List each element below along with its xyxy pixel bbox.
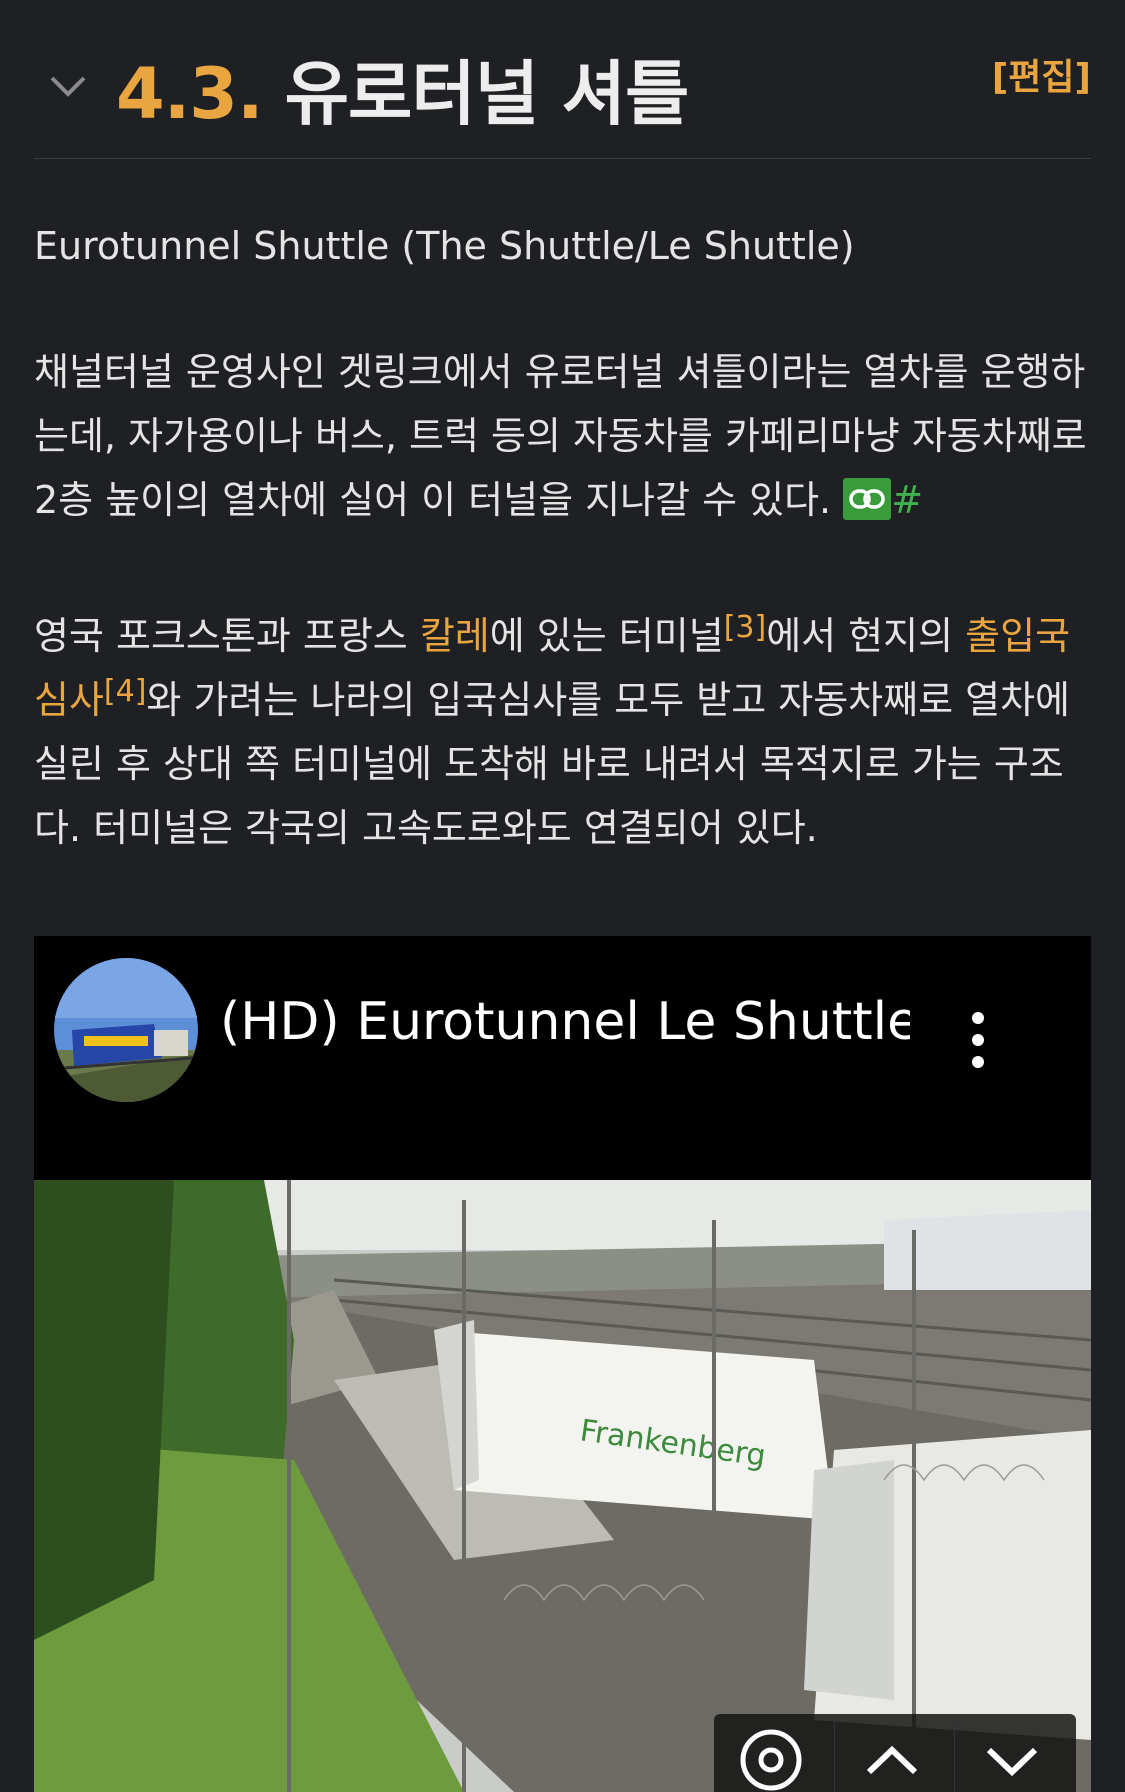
paragraph-english-name: Eurotunnel Shuttle (The Shuttle/Le Shutt… — [34, 224, 855, 268]
prev-button[interactable] — [834, 1714, 949, 1792]
video-title[interactable]: (HD) Eurotunnel Le Shuttle ... — [220, 992, 910, 1052]
footnote-ref-4[interactable]: [4] — [104, 674, 147, 709]
section-number: 4.3. — [116, 53, 264, 135]
channel-avatar[interactable] — [54, 958, 198, 1102]
section-title: 유로터널 셔틀 — [284, 53, 690, 135]
section-header: 4.3. 유로터널 셔틀 [편집] — [34, 40, 1091, 159]
text-segment: 영국 포크스톤과 프랑스 — [34, 614, 420, 658]
text-segment: 에 있는 터미널 — [489, 614, 724, 658]
more-vert-icon[interactable] — [966, 1010, 990, 1070]
anchor-hash-link[interactable]: # — [891, 478, 923, 522]
settings-button[interactable] — [714, 1714, 828, 1792]
link-icon[interactable] — [843, 477, 892, 520]
chevron-down-icon — [986, 1747, 1038, 1777]
paragraph-terminal-description: 영국 포크스톤과 프랑스 칼레에 있는 터미널[3]에서 현지의 출입국 심사[… — [34, 604, 1091, 860]
gear-icon — [740, 1729, 802, 1791]
text-segment: 에서 현지의 — [766, 614, 966, 658]
section-heading: 4.3. 유로터널 셔틀 — [116, 52, 690, 136]
paragraph-shuttle-description: 채널터널 운영사인 겟링크에서 유로터널 셔틀이라는 열차를 운행하는데, 자가… — [34, 340, 1091, 532]
next-button[interactable] — [954, 1714, 1069, 1792]
footnote-ref-3[interactable]: [3] — [724, 610, 767, 645]
text-segment: 와 가려는 나라의 입국심사를 모두 받고 자동차째로 열차에 실린 후 상대 … — [34, 678, 1071, 850]
edit-link[interactable]: [편집] — [992, 48, 1091, 100]
chevron-up-icon — [866, 1745, 918, 1775]
chevron-down-icon[interactable] — [48, 70, 88, 100]
video-embed[interactable]: (HD) Eurotunnel Le Shuttle ... Frankenbe… — [34, 936, 1091, 1792]
video-thumbnail[interactable]: Frankenberg — [34, 1180, 1091, 1792]
paragraph-text: 채널터널 운영사인 겟링크에서 유로터널 셔틀이라는 열차를 운행하는데, 자가… — [34, 350, 1087, 522]
link-calais[interactable]: 칼레 — [420, 614, 490, 658]
video-controls — [714, 1714, 1076, 1792]
